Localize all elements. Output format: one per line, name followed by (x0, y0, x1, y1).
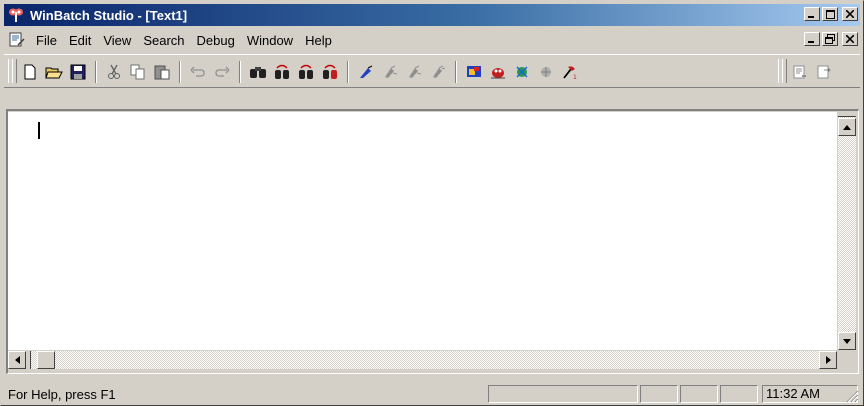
menu-edit[interactable]: Edit (63, 33, 97, 48)
debug-bug-icon[interactable] (487, 61, 509, 83)
scroll-thumb[interactable] (37, 351, 55, 369)
cut-icon[interactable] (103, 61, 125, 83)
menu-debug[interactable]: Debug (191, 33, 241, 48)
toolbar-main: 1 (18, 60, 582, 84)
find-icon[interactable] (247, 61, 269, 83)
arrow-right-icon (825, 356, 831, 364)
find-previous-icon[interactable] (295, 61, 317, 83)
paste-icon[interactable] (151, 61, 173, 83)
save-icon[interactable] (67, 61, 89, 83)
app-window: WinBatch Studio - [Text1] File Edit View… (0, 0, 864, 406)
status-panel (640, 385, 678, 403)
copy-icon[interactable] (127, 61, 149, 83)
svg-text:1: 1 (573, 74, 577, 80)
doc-close-button[interactable] (842, 32, 858, 46)
menu-search[interactable]: Search (137, 33, 190, 48)
doc-minimize-button[interactable] (804, 32, 820, 46)
step-over-icon[interactable] (403, 61, 425, 83)
compile-icon[interactable] (789, 61, 811, 83)
scroll-down-button[interactable] (838, 332, 856, 350)
status-bar: For Help, press F1 11:32 AM (4, 384, 860, 404)
scroll-right-button[interactable] (819, 351, 837, 369)
step-icon[interactable] (379, 61, 401, 83)
toolbar-grip[interactable] (12, 59, 17, 83)
arrow-up-icon (843, 124, 851, 130)
mdi-buttons (802, 32, 858, 46)
toolbar-separator (347, 61, 349, 83)
minimize-icon (808, 16, 814, 18)
minimize-button[interactable] (804, 7, 820, 21)
maximize-icon (825, 9, 835, 19)
undo-icon[interactable] (187, 61, 209, 83)
run-icon[interactable] (427, 61, 449, 83)
document-icon[interactable] (8, 31, 26, 49)
winbatch-logo-icon[interactable] (8, 7, 24, 23)
status-panel (720, 385, 758, 403)
redo-icon[interactable] (211, 61, 233, 83)
close-button[interactable] (842, 7, 858, 21)
toolbar-separator (95, 61, 97, 83)
restore-icon (825, 34, 835, 44)
resize-grip-icon[interactable] (845, 389, 859, 403)
new-file-icon[interactable] (19, 61, 41, 83)
scroll-up-button[interactable] (838, 118, 856, 136)
vertical-scrollbar[interactable] (838, 112, 856, 350)
vertical-scroll-track[interactable] (838, 112, 856, 350)
find-next-icon[interactable] (271, 61, 293, 83)
window-title: WinBatch Studio - [Text1] (30, 7, 188, 23)
bookmark-icon[interactable] (355, 61, 377, 83)
doc-restore-button[interactable] (822, 32, 838, 46)
maximize-button[interactable] (822, 7, 838, 21)
editor-text-area[interactable] (8, 112, 837, 350)
scroll-left-button[interactable] (8, 351, 26, 369)
vertical-split-handle[interactable] (838, 112, 856, 117)
arrow-left-icon (14, 356, 20, 364)
menu-view[interactable]: View (97, 33, 137, 48)
menu-window[interactable]: Window (241, 33, 299, 48)
close-icon (846, 10, 854, 18)
status-help-text: For Help, press F1 (8, 387, 116, 402)
minimize-icon (808, 41, 814, 43)
close-icon (846, 35, 854, 43)
horizontal-scrollbar[interactable] (8, 351, 837, 369)
open-folder-icon[interactable] (43, 61, 65, 83)
toolbar-separator (455, 61, 457, 83)
toolbar-separator (179, 61, 181, 83)
toolbar: 1 (4, 54, 860, 88)
title-bar[interactable]: WinBatch Studio - [Text1] (4, 4, 860, 26)
scroll-corner (838, 351, 856, 369)
status-clock: 11:32 AM (762, 385, 858, 403)
dialog-editor-icon[interactable] (463, 61, 485, 83)
status-panel (488, 385, 638, 403)
menu-bar: File Edit View Search Debug Window Help (4, 28, 860, 52)
menu-file[interactable]: File (30, 33, 63, 48)
toolbar-secondary (788, 60, 836, 84)
horizontal-split-handle[interactable] (26, 351, 31, 369)
status-time: 11:32 AM (766, 386, 820, 401)
build-icon[interactable]: 1 (559, 61, 581, 83)
toolbar-grip[interactable] (782, 59, 787, 83)
menu-help[interactable]: Help (299, 33, 338, 48)
text-caret (38, 122, 40, 139)
goto-line-icon[interactable] (511, 61, 533, 83)
export-icon[interactable] (813, 61, 835, 83)
toolbar-separator (239, 61, 241, 83)
caption-buttons (802, 7, 858, 21)
status-panel (680, 385, 718, 403)
toggle-icon[interactable] (535, 61, 557, 83)
replace-icon[interactable] (319, 61, 341, 83)
arrow-down-icon (843, 338, 851, 344)
